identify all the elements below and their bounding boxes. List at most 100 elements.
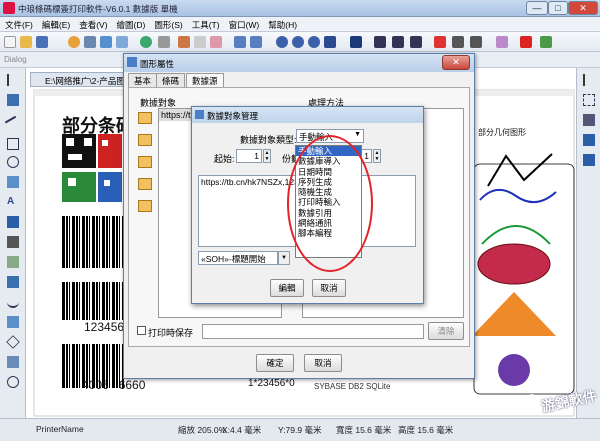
document-tab[interactable]: E:\网络推广\2-产品图 xyxy=(30,72,130,87)
globe-icon[interactable] xyxy=(140,36,152,48)
align-center-icon[interactable] xyxy=(392,36,404,48)
line-tool-icon[interactable] xyxy=(4,115,22,133)
curve-tool-icon[interactable] xyxy=(7,276,19,288)
ok-button[interactable]: 確定 xyxy=(256,354,294,372)
grid-icon[interactable] xyxy=(350,36,362,48)
print-save-label: 打印時保存 xyxy=(148,328,194,338)
edit-button[interactable]: 編輯 xyxy=(270,279,304,297)
barcode-1-image xyxy=(62,216,124,268)
data-cancel-button[interactable]: 取消 xyxy=(312,279,346,297)
polygon-tool-icon[interactable] xyxy=(7,316,19,328)
circle-tool-icon[interactable] xyxy=(7,376,19,388)
highlight-circle xyxy=(287,135,373,272)
app-icon xyxy=(3,2,15,14)
menu-shape[interactable]: 圖形(S) xyxy=(149,17,186,31)
document-tab-label: E:\网络推广\2-产品图 xyxy=(45,76,125,86)
pointer-icon[interactable] xyxy=(583,74,595,86)
database-icon[interactable] xyxy=(116,36,128,48)
settings-icon[interactable] xyxy=(68,36,80,48)
properties-title-bar: 圖形屬性 ✕ xyxy=(124,54,474,72)
barcode-tool-icon[interactable] xyxy=(7,216,19,228)
menu-tools[interactable]: 工具(T) xyxy=(187,17,224,31)
select-tool-icon[interactable] xyxy=(7,74,19,86)
redo-icon[interactable] xyxy=(250,36,262,48)
pan-icon[interactable] xyxy=(583,114,595,126)
save-icon[interactable] xyxy=(36,36,48,48)
shapes-title: 部分几何图形 xyxy=(478,128,526,137)
tab-basic[interactable]: 基本 xyxy=(128,73,158,87)
star-tool-icon[interactable] xyxy=(7,356,19,368)
new-icon[interactable] xyxy=(4,36,16,48)
text-tool-icon[interactable] xyxy=(7,94,19,106)
clear-button[interactable]: 清除 xyxy=(428,322,464,340)
menu-view[interactable]: 查看(V) xyxy=(74,17,111,31)
qrcode-tool-icon[interactable] xyxy=(7,236,19,248)
add-icon[interactable] xyxy=(138,112,152,124)
calculator-icon[interactable] xyxy=(540,36,552,48)
data-object-row[interactable]: https://t xyxy=(161,110,191,120)
align-right-icon[interactable] xyxy=(410,36,422,48)
data-content-value: https://tb.cn/hk7NSZx,123* xyxy=(201,177,303,187)
toolbar xyxy=(0,32,600,52)
image-tool-icon[interactable] xyxy=(7,176,19,188)
barcode-icon[interactable] xyxy=(434,36,446,48)
arrange-icon[interactable] xyxy=(583,154,595,166)
diamond-tool-icon[interactable] xyxy=(6,335,20,349)
menu-help[interactable]: 幫助(H) xyxy=(263,17,301,31)
open-icon[interactable] xyxy=(20,36,32,48)
menu-file[interactable]: 文件(F) xyxy=(0,17,37,31)
layout-icon[interactable] xyxy=(583,134,595,146)
paste-icon[interactable] xyxy=(210,36,222,48)
menu-draw[interactable]: 繪圖(D) xyxy=(112,17,150,31)
zoom-page-icon[interactable] xyxy=(324,36,336,48)
edit-icon[interactable] xyxy=(138,134,152,146)
left-toolbox: A xyxy=(0,68,26,418)
font-tool-icon[interactable]: A xyxy=(7,196,19,208)
zoom-out-icon[interactable] xyxy=(292,36,304,48)
group-icon[interactable] xyxy=(452,36,464,48)
arc-tool-icon[interactable] xyxy=(7,296,19,308)
data-dialog-title-bar: 數據對象管理 xyxy=(192,107,423,123)
digits-stepper[interactable]: ▲ ▼ xyxy=(373,149,381,163)
close-button[interactable]: ✕ xyxy=(568,1,598,15)
marquee-icon[interactable] xyxy=(583,94,595,106)
page-icon[interactable] xyxy=(158,36,170,48)
control-char-select[interactable]: «SOH»-標題開始 xyxy=(198,251,278,265)
print-save-checkbox[interactable] xyxy=(137,326,146,335)
ungroup-icon[interactable] xyxy=(470,36,482,48)
ellipse-tool-icon[interactable] xyxy=(7,156,19,168)
control-char-value: «SOH»-標題開始 xyxy=(201,254,266,264)
status-bar: PrinterName 縮放 205.0% X:4.4 毫米 Y:79.9 毫米… xyxy=(0,418,600,441)
pdf-icon[interactable] xyxy=(520,36,532,48)
zoom-in-icon[interactable] xyxy=(276,36,288,48)
watermark-logo-icon xyxy=(517,393,539,415)
maximize-button[interactable]: □ xyxy=(548,1,568,15)
move-down-icon[interactable] xyxy=(138,200,152,212)
menu-edit[interactable]: 編輯(E) xyxy=(37,17,74,31)
table-tool-icon[interactable] xyxy=(7,256,19,268)
start-stepper[interactable]: ▲ ▼ xyxy=(263,149,271,163)
rectangle-tool-icon[interactable] xyxy=(7,138,19,150)
preview-icon[interactable] xyxy=(100,36,112,48)
undo-icon[interactable] xyxy=(234,36,246,48)
start-input[interactable]: 1 xyxy=(236,149,262,163)
control-char-dropdown-icon[interactable]: ▼ xyxy=(278,251,290,265)
properties-close-button[interactable]: ✕ xyxy=(442,55,470,70)
zoom-fit-icon[interactable] xyxy=(308,36,320,48)
align-left-icon[interactable] xyxy=(374,36,386,48)
tab-data-source[interactable]: 數據源 xyxy=(186,73,224,88)
cut-icon[interactable] xyxy=(178,36,190,48)
layer-icon[interactable] xyxy=(496,36,508,48)
status-printer: PrinterName xyxy=(36,424,84,434)
status-width: 寬度 15.6 毫米 xyxy=(336,425,392,435)
copy-icon[interactable] xyxy=(194,36,206,48)
cancel-button[interactable]: 取消 xyxy=(304,354,342,372)
minimize-button[interactable]: — xyxy=(526,1,548,15)
tab-barcode[interactable]: 條碼 xyxy=(156,73,186,87)
move-up-icon[interactable] xyxy=(138,178,152,190)
delete-icon[interactable] xyxy=(138,156,152,168)
chevron-down-icon: ▼ xyxy=(354,131,361,138)
menu-window[interactable]: 窗口(W) xyxy=(224,17,264,31)
print-icon[interactable] xyxy=(84,36,96,48)
print-save-field[interactable] xyxy=(202,324,424,339)
